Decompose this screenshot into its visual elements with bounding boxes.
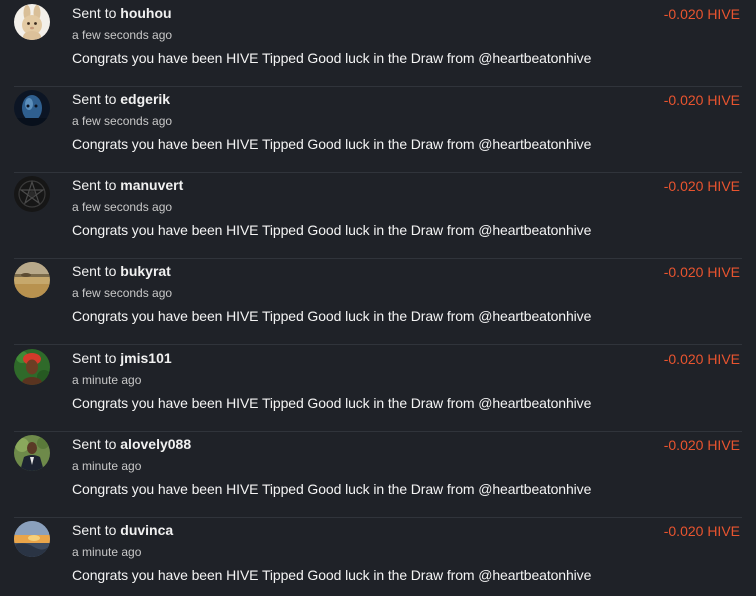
transfer-history-list: Sent to houhou a few seconds ago Congrat… [0, 0, 756, 596]
recipient-link[interactable]: alovely088 [120, 436, 191, 452]
memo-text: Congrats you have been HIVE Tipped Good … [72, 222, 592, 238]
sent-to-label: Sent to [72, 177, 117, 193]
sunset-avatar[interactable] [14, 521, 50, 557]
sent-to-label: Sent to [72, 5, 117, 21]
amount: -0.020 HIVE [663, 351, 740, 367]
man-portrait-avatar[interactable] [14, 435, 50, 471]
amount: -0.020 HIVE [663, 92, 740, 108]
woman-portrait-avatar[interactable] [14, 349, 50, 385]
sent-to-label: Sent to [72, 263, 117, 279]
transfer-row: Sent to houhou a few seconds ago Congrat… [14, 0, 742, 87]
timestamp: a minute ago [72, 545, 142, 559]
timestamp: a minute ago [72, 373, 142, 387]
timestamp: a few seconds ago [72, 28, 173, 42]
memo-text: Congrats you have been HIVE Tipped Good … [72, 481, 592, 497]
sent-to-label: Sent to [72, 522, 117, 538]
amount: -0.020 HIVE [663, 264, 740, 280]
amount: -0.020 HIVE [663, 437, 740, 453]
sent-to-label: Sent to [72, 350, 117, 366]
recipient-link[interactable]: edgerik [120, 91, 170, 107]
memo-text: Congrats you have been HIVE Tipped Good … [72, 136, 592, 152]
sent-to-label: Sent to [72, 436, 117, 452]
timestamp: a few seconds ago [72, 200, 173, 214]
transfer-row: Sent to bukyrat a few seconds ago Congra… [14, 258, 742, 345]
memo-text: Congrats you have been HIVE Tipped Good … [72, 567, 592, 583]
transfer-row: Sent to duvinca a minute ago Congrats yo… [14, 517, 742, 596]
memo-text: Congrats you have been HIVE Tipped Good … [72, 50, 592, 66]
recipient-link[interactable]: jmis101 [120, 350, 171, 366]
amount: -0.020 HIVE [663, 523, 740, 539]
bunny-avatar[interactable] [14, 4, 50, 40]
recipient-link[interactable]: duvinca [120, 522, 173, 538]
pentagram-avatar[interactable] [14, 176, 50, 212]
transfer-row: Sent to alovely088 a minute ago Congrats… [14, 431, 742, 518]
amount: -0.020 HIVE [663, 178, 740, 194]
amount: -0.020 HIVE [663, 6, 740, 22]
timestamp: a few seconds ago [72, 114, 173, 128]
timestamp: a minute ago [72, 459, 142, 473]
recipient-link[interactable]: houhou [120, 5, 171, 21]
memo-text: Congrats you have been HIVE Tipped Good … [72, 308, 592, 324]
memo-text: Congrats you have been HIVE Tipped Good … [72, 395, 592, 411]
timestamp: a few seconds ago [72, 286, 173, 300]
field-avatar[interactable] [14, 262, 50, 298]
transfer-row: Sent to jmis101 a minute ago Congrats yo… [14, 345, 742, 432]
sent-to-label: Sent to [72, 91, 117, 107]
recipient-link[interactable]: manuvert [120, 177, 183, 193]
transfer-row: Sent to manuvert a few seconds ago Congr… [14, 172, 742, 259]
blue-face-avatar[interactable] [14, 90, 50, 126]
recipient-link[interactable]: bukyrat [120, 263, 171, 279]
transfer-row: Sent to edgerik a few seconds ago Congra… [14, 86, 742, 173]
